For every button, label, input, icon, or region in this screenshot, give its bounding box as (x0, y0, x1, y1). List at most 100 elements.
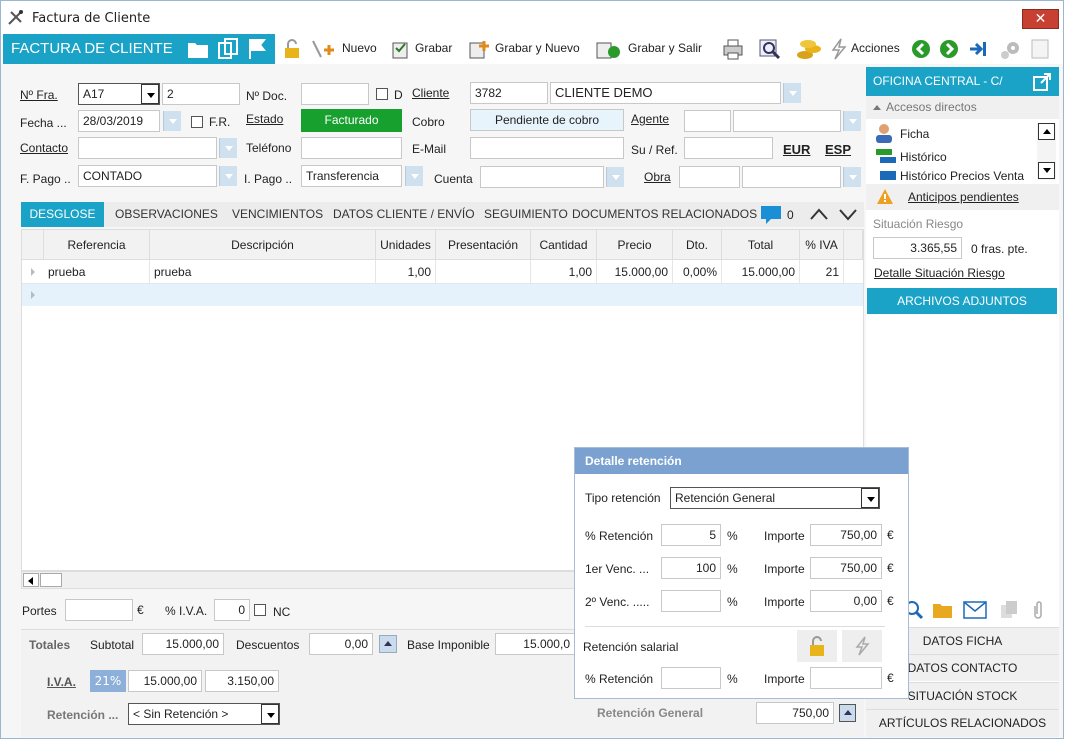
phone-input[interactable] (301, 137, 402, 159)
shortcuts-header[interactable]: Accesos directos (866, 96, 1059, 119)
copy-icon[interactable] (217, 38, 239, 60)
client-code-input[interactable]: 3782 (470, 82, 548, 104)
chevron-down-icon[interactable] (219, 166, 237, 186)
chevron-down-icon[interactable] (163, 111, 181, 131)
chevron-down-icon[interactable] (261, 704, 279, 724)
save-and-new-button[interactable]: Grabar y Nuevo (495, 41, 580, 55)
last-record-icon[interactable] (968, 39, 988, 59)
new-button[interactable]: Nuevo (342, 41, 377, 55)
column-header[interactable]: Cantidad (531, 230, 597, 260)
print-icon[interactable] (722, 38, 744, 60)
attachments-button[interactable]: ARCHIVOS ADJUNTOS (867, 288, 1057, 314)
retention-amount-input[interactable]: 750,00 (810, 524, 882, 546)
agent-name-input[interactable] (733, 110, 841, 132)
shipping-input[interactable] (65, 599, 133, 621)
project-code-input[interactable] (679, 166, 740, 188)
second-due-percent-input[interactable] (661, 590, 721, 612)
tab-documentos-relacionados[interactable]: DOCUMENTOS RELACIONADOS (566, 202, 763, 227)
shortcut-historico-precios[interactable]: Histórico Precios Venta (900, 171, 1024, 180)
action-button[interactable] (842, 630, 882, 662)
fr-checkbox[interactable] (191, 116, 203, 128)
retention-type-select[interactable]: Retención General (670, 487, 880, 509)
retention-detail-button[interactable] (839, 704, 856, 722)
table-row[interactable]: prueba prueba 1,00 1,00 15.000,00 0,00% … (22, 260, 863, 284)
shortcuts-scrollbar[interactable] (1037, 123, 1056, 180)
column-header[interactable]: Referencia (44, 230, 150, 260)
salary-retention-amount-input[interactable] (810, 667, 882, 689)
nc-checkbox[interactable] (254, 604, 266, 616)
table-row-new[interactable] (22, 284, 863, 306)
chevron-down-icon[interactable] (141, 84, 159, 104)
chevron-down-icon[interactable] (838, 207, 858, 221)
scroll-down-button[interactable] (1038, 162, 1055, 179)
chevron-down-icon[interactable] (861, 488, 879, 508)
save-new-icon[interactable] (467, 38, 491, 60)
tab-vencimientos[interactable]: VENCIMIENTOS (226, 202, 329, 227)
flag-icon[interactable] (247, 38, 267, 60)
coins-icon[interactable] (796, 37, 824, 61)
shortcut-ficha[interactable]: Ficha (900, 127, 929, 141)
actions-button[interactable]: Acciones (851, 41, 900, 55)
external-link-icon[interactable] (1032, 72, 1052, 92)
payment-method-input[interactable]: CONTADO (78, 165, 217, 187)
copy-icon[interactable] (999, 600, 1019, 620)
unlock-button[interactable] (797, 630, 837, 662)
d-checkbox[interactable] (376, 88, 388, 100)
payment-instrument-input[interactable]: Transferencia (301, 165, 402, 187)
related-items-button[interactable]: ARTÍCULOS RELACIONADOS (866, 709, 1059, 737)
tab-observaciones[interactable]: OBSERVACIONES (109, 202, 224, 227)
comment-icon[interactable] (760, 204, 782, 226)
language-esp-link[interactable]: ESP (825, 142, 851, 157)
salary-retention-percent-input[interactable] (661, 667, 721, 689)
tab-seguimiento[interactable]: SEGUIMIENTO (478, 202, 574, 227)
column-header[interactable]: Presentación (436, 230, 531, 260)
save-exit-icon[interactable] (594, 38, 622, 60)
column-header[interactable]: Total (722, 230, 800, 260)
contact-input[interactable] (78, 137, 217, 159)
status-label[interactable]: Estado (246, 112, 283, 126)
agent-code-input[interactable] (684, 110, 731, 132)
client-name-input[interactable]: CLIENTE DEMO (550, 82, 781, 104)
doc-number-input[interactable] (301, 83, 369, 105)
back-arrow-icon[interactable] (911, 39, 931, 59)
chevron-down-icon[interactable] (843, 167, 861, 187)
tab-desglose[interactable]: DESGLOSE (21, 202, 104, 227)
project-name-input[interactable] (742, 166, 841, 188)
invoice-number-label[interactable]: Nº Fra. (20, 88, 58, 102)
close-button[interactable]: ✕ (1022, 9, 1059, 29)
risk-detail-link[interactable]: Detalle Situación Riesgo (874, 266, 1005, 280)
invoice-number-input[interactable]: 2 (162, 83, 240, 105)
column-header[interactable]: Dto. (673, 230, 722, 260)
column-header[interactable]: Unidades (376, 230, 436, 260)
folder-icon[interactable] (187, 39, 209, 59)
contact-label[interactable]: Contacto (20, 141, 68, 155)
project-label[interactable]: Obra (644, 170, 671, 184)
chevron-down-icon[interactable] (843, 111, 861, 131)
first-due-amount-input[interactable]: 750,00 (810, 557, 882, 579)
cell-referencia[interactable]: prueba (44, 260, 150, 284)
scroll-thumb[interactable] (40, 573, 62, 587)
date-input[interactable]: 28/03/2019 (78, 110, 160, 132)
chevron-down-icon[interactable] (783, 83, 801, 103)
chevron-up-icon[interactable] (809, 207, 829, 221)
preview-search-icon[interactable] (758, 38, 782, 60)
retention-percent-input[interactable]: 5 (661, 524, 721, 546)
tab-datos-cliente[interactable]: DATOS CLIENTE / ENVÍO (327, 202, 481, 227)
cell-presentacion[interactable] (436, 260, 531, 284)
forward-arrow-icon[interactable] (939, 39, 959, 59)
window-toggle-icon[interactable] (1031, 39, 1049, 59)
save-icon[interactable] (390, 38, 410, 60)
expand-button[interactable] (379, 635, 397, 653)
chevron-down-icon[interactable] (219, 138, 237, 158)
chevron-down-icon[interactable] (405, 166, 423, 186)
cell-cantidad[interactable]: 1,00 (531, 260, 597, 284)
scroll-left-button[interactable] (23, 573, 39, 587)
shortcut-historico[interactable]: Histórico (900, 150, 947, 164)
vat-link[interactable]: I.V.A. (47, 675, 76, 689)
cell-descripcion[interactable]: prueba (150, 260, 376, 284)
column-header[interactable]: % IVA (800, 230, 844, 260)
account-input[interactable] (480, 166, 604, 188)
email-input[interactable] (470, 137, 624, 159)
cell-total[interactable]: 15.000,00 (722, 260, 800, 284)
lock-open-icon[interactable] (284, 39, 300, 59)
